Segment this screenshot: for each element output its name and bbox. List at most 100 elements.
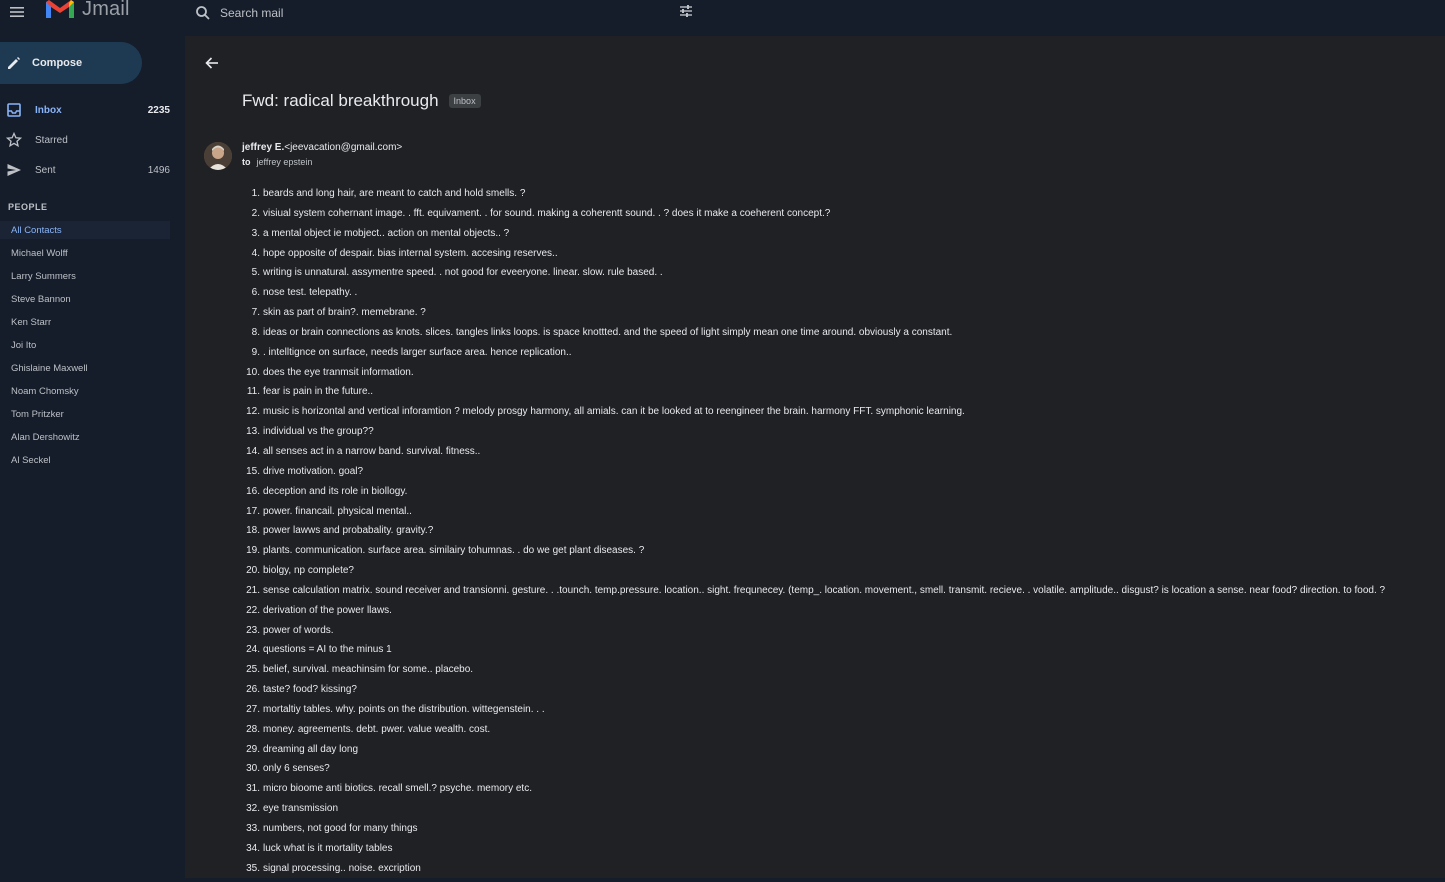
list-item-number: 14. <box>246 445 260 457</box>
contact-item[interactable]: Steve Bannon <box>0 290 170 308</box>
list-item: 5. writing is unnatural. assymentre speed… <box>242 266 1442 286</box>
list-item-text: mortaltiy tables. why. points on the dis… <box>263 703 545 715</box>
list-item-text: money. agreements. debt. pwer. value wea… <box>263 723 491 735</box>
list-item: 9.. intelltignce on surface, needs large… <box>242 346 1442 366</box>
search-options-icon[interactable] <box>678 3 694 19</box>
list-item-text: does the eye tranmsit information. <box>263 366 414 378</box>
list-item-text: derivation of the power llaws. <box>263 604 392 616</box>
list-item-number: 29. <box>246 743 260 755</box>
list-item: 28. money. agreements. debt. pwer. value … <box>242 723 1442 743</box>
list-item-number: 10. <box>246 366 260 378</box>
list-item-text: drive motivation. goal? <box>263 465 364 477</box>
list-item-number: 5. <box>251 267 260 279</box>
star-icon <box>5 131 23 148</box>
list-item-number: 18. <box>246 525 260 537</box>
list-item-text: music is horizontal and vertical inforam… <box>263 406 965 418</box>
top-bar: Jmail <box>0 0 1445 36</box>
list-item: 1. beards and long hair, are meant to cat… <box>242 187 1442 207</box>
contact-item[interactable]: Ghislaine Maxwell <box>0 359 170 377</box>
app-logo[interactable]: Jmail <box>44 0 130 22</box>
list-item-number: 17. <box>246 505 260 517</box>
list-item: 8. ideas or brain connections as knots. s… <box>242 326 1442 346</box>
list-item-text: micro bioome anti biotics. recall smell.… <box>263 783 532 795</box>
list-item-text: sense calculation matrix. sound receiver… <box>263 584 1386 596</box>
list-item-number: 12. <box>246 406 260 418</box>
to-label: to <box>242 157 251 167</box>
contact-all[interactable]: All Contacts <box>0 221 170 239</box>
nav-label-inbox: Inbox <box>35 104 62 116</box>
email-subject: Fwd: radical breakthrough Inbox <box>242 91 481 111</box>
contact-item[interactable]: Noam Chomsky <box>0 382 170 400</box>
list-item-number: 30. <box>246 763 260 775</box>
list-item-text: all senses act in a narrow band. surviva… <box>263 445 481 457</box>
nav-inbox[interactable]: Inbox 2235 <box>0 97 178 123</box>
list-item-text: a mental object ie mobject.. action on m… <box>263 227 510 239</box>
search-input[interactable] <box>220 5 660 20</box>
list-item: 23. power of words. <box>242 624 1442 644</box>
list-item: 33. numbers, not good for many things <box>242 822 1442 842</box>
nav-label-starred: Starred <box>35 134 68 146</box>
list-item-text: writing is unnatural. assymentre speed. … <box>263 267 663 279</box>
nav-sent[interactable]: Sent 1496 <box>0 157 178 183</box>
contact-item[interactable]: Larry Summers <box>0 267 170 285</box>
list-item-text: fear is pain in the future.. <box>263 386 374 398</box>
list-item-number: 6. <box>251 287 260 299</box>
list-item-number: 11. <box>246 386 260 398</box>
sent-count: 1496 <box>147 164 170 176</box>
contact-item[interactable]: Michael Wolff <box>0 244 170 262</box>
list-item-text: eye transmission <box>263 803 339 815</box>
label-chip[interactable]: Inbox <box>448 94 481 108</box>
list-item-text: belief, survival. meachinsim for some.. … <box>263 664 474 676</box>
list-item-text: ideas or brain connections as knots. sli… <box>263 326 953 338</box>
list-item-number: 21. <box>246 584 260 596</box>
list-item: 15. drive motivation. goal? <box>242 465 1442 485</box>
list-item: 30. only 6 senses? <box>242 762 1442 782</box>
list-item: 26. taste? food? kissing? <box>242 683 1442 703</box>
list-item-number: 34. <box>246 842 260 854</box>
list-item-number: 8. <box>251 326 260 338</box>
email-view: Fwd: radical breakthrough Inbox jeffrey … <box>185 36 1445 878</box>
list-item-text: individual vs the group?? <box>263 426 374 438</box>
list-item: 25. belief, survival. meachinsim for some… <box>242 663 1442 683</box>
list-item-number: 22. <box>246 604 260 616</box>
list-item: 24. questions = AI to the minus 1 <box>242 643 1442 663</box>
contact-item[interactable]: Ken Starr <box>0 313 170 331</box>
list-item-text: power. financail. physical mental.. <box>263 505 412 517</box>
list-item: 4. hope opposite of despair. bias interna… <box>242 247 1442 267</box>
app-name: Jmail <box>82 0 130 20</box>
list-item-text: beards and long hair, are meant to catch… <box>263 188 526 199</box>
list-item-number: 35. <box>246 862 260 874</box>
nav-starred[interactable]: Starred <box>0 127 178 153</box>
list-item: 29. dreaming all day long <box>242 743 1442 763</box>
list-item-number: 31. <box>246 783 260 795</box>
list-item: 35. signal processing.. noise. excription <box>242 862 1442 882</box>
list-item: 17. power. financail. physical mental.. <box>242 505 1442 525</box>
list-item-text: . intelltignce on surface, needs larger … <box>263 346 572 358</box>
contact-item[interactable]: Alan Dershowitz <box>0 428 170 446</box>
list-item: 11. fear is pain in the future.. <box>242 385 1442 405</box>
compose-label: Compose <box>32 57 83 69</box>
compose-button[interactable]: Compose <box>0 42 142 84</box>
contact-item[interactable]: Al Seckel <box>0 451 170 469</box>
list-item: 14. all senses act in a narrow band. surv… <box>242 445 1442 465</box>
list-item-number: 3. <box>251 227 260 239</box>
search-bar[interactable] <box>190 0 710 25</box>
inbox-count: 2235 <box>147 104 170 116</box>
contact-item[interactable]: Joi Ito <box>0 336 170 354</box>
list-item-text: signal processing.. noise. excription <box>263 862 421 874</box>
list-item-number: 27. <box>246 703 260 715</box>
contact-item[interactable]: Tom Pritzker <box>0 405 170 423</box>
nav-label-sent: Sent <box>35 164 56 176</box>
list-item-number: 19. <box>246 545 260 557</box>
search-icon[interactable] <box>194 4 212 22</box>
list-item: 6. nose test. telepathy. . <box>242 286 1442 306</box>
list-item-number: 32. <box>246 803 260 815</box>
menu-icon[interactable] <box>8 3 26 21</box>
list-item-text: taste? food? kissing? <box>263 684 357 696</box>
list-item-number: 20. <box>246 565 260 577</box>
sender-email: <jeevacation@gmail.com> <box>284 142 403 153</box>
pencil-icon <box>6 55 22 71</box>
back-arrow-icon[interactable] <box>204 55 220 71</box>
list-item-number: 4. <box>251 247 260 259</box>
list-item: 20. biolgy, np complete? <box>242 564 1442 584</box>
